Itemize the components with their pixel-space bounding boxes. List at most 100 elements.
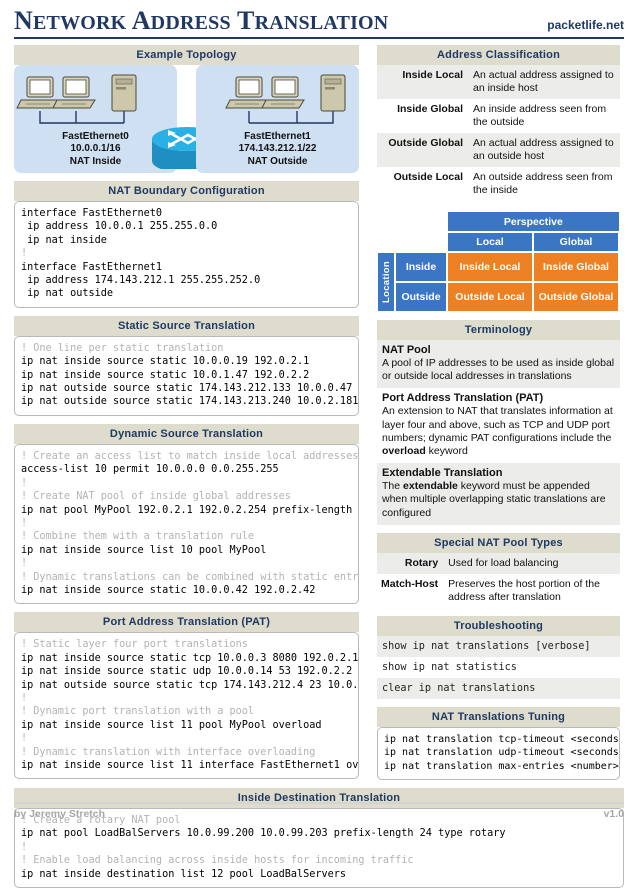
matrix-body: Location Inside Inside Local Inside Global O…	[377, 252, 620, 312]
terminology-entry: NAT Pool A pool of IP addresses to be use…	[377, 340, 620, 389]
title-word: TRANSLATION	[237, 6, 389, 35]
section-header-example-topology: Example Topology	[14, 45, 359, 65]
inside-destination-code: ! Create a rotary NAT pool ip nat pool L…	[14, 808, 624, 888]
special-pool-types-table: Rotary Used for load balancing Match-Host P…	[377, 552, 620, 608]
code-line: ! Combine them with a translation rule	[21, 531, 255, 543]
matrix-row: Local Global	[377, 232, 620, 252]
nat-boundary-code: interface FastEthernet0 ip address 10.0.…	[14, 201, 359, 308]
table-row: Inside Local An actual address assigned t…	[377, 65, 620, 99]
title-word: ADDRESS	[131, 6, 231, 35]
code-line: !	[21, 248, 28, 260]
code-line: ! Dynamic port translation with a pool	[21, 706, 255, 718]
cheatsheet-page: NETWORK ADDRESS TRANSLATION packetlife.n…	[0, 0, 638, 888]
code-line: ! Create an access list to match inside …	[21, 450, 359, 462]
brand-label: packetlife.net	[547, 18, 624, 32]
terminology-term: Port Address Translation (PAT)	[382, 392, 544, 405]
pc-icon	[225, 76, 269, 109]
outside-address: 174.143.212.1/22	[238, 143, 317, 154]
code-line: ip nat inside source list 11 pool MyPool…	[21, 719, 322, 731]
code-line: interface FastEthernet0	[21, 208, 163, 219]
code-line: !	[21, 517, 28, 529]
outside-hosts-icons	[225, 74, 346, 124]
terminology-term: Extendable Translation	[382, 467, 503, 480]
matrix-data-cell: Outside Global	[533, 282, 619, 312]
matrix-rows: Inside Inside Local Inside Global Outside Ou…	[395, 252, 619, 312]
pool-type-name: Match-Host	[381, 577, 439, 590]
code-line: ip nat inside source list 10 pool MyPool	[21, 544, 267, 556]
pc-icon	[261, 76, 305, 109]
matrix-row: Inside Inside Local Inside Global	[395, 252, 619, 282]
section-header-nat-boundary: NAT Boundary Configuration	[14, 181, 359, 201]
version-label: v1.0	[603, 808, 624, 820]
code-line: ip address 10.0.0.1 255.255.0.0	[21, 221, 218, 233]
address-description: An actual address assigned to an outside…	[469, 133, 620, 167]
code-line: ip nat outside	[21, 288, 114, 300]
section-header-dynamic-source: Dynamic Source Translation	[14, 423, 359, 444]
author-label: by Jeremy Stretch	[14, 808, 106, 820]
code-line: !	[21, 692, 28, 704]
code-line: ! Dynamic translations can be combined w…	[21, 571, 359, 583]
code-line: ip nat inside source static 10.0.0.19 19…	[21, 356, 310, 368]
troubleshooting-command: show ip nat translations [verbose]	[377, 635, 620, 657]
matrix-data-cell: Outside Local	[447, 282, 533, 312]
code-line: !	[21, 558, 28, 570]
terminology-term: NAT Pool	[382, 344, 431, 356]
right-column: Address Classification Inside Local An ac…	[377, 45, 620, 781]
dynamic-source-code: ! Create an access list to match inside …	[14, 443, 359, 605]
left-column: Example Topology FastEthernet0 10.0.0.1/…	[14, 45, 359, 780]
table-row: Inside Global An inside address seen from…	[377, 99, 620, 133]
page-title: NETWORK ADDRESS TRANSLATION	[14, 8, 388, 34]
code-line: ip nat inside destination list 12 pool L…	[21, 868, 347, 880]
server-icon	[320, 74, 346, 112]
code-line: ip nat outside source static 174.143.212…	[21, 383, 353, 395]
code-line: ip nat pool MyPool 192.0.2.1 192.0.2.254…	[21, 504, 359, 516]
address-description: An outside address seen from the inside	[473, 171, 613, 196]
perspective-location-matrix: Perspective Local Global Location Inside Insi…	[377, 211, 620, 312]
tuning-code: ip nat translation tcp-timeout <seconds>…	[377, 726, 620, 781]
address-description: An actual address assigned to an inside …	[469, 65, 620, 99]
section-header-troubleshooting: Troubleshooting	[377, 615, 620, 636]
server-icon	[111, 74, 137, 112]
address-term: Inside Global	[397, 103, 463, 115]
terminology-list: NAT Pool A pool of IP addresses to be use…	[377, 340, 620, 525]
inside-hosts	[14, 73, 177, 124]
code-line: ip nat inside	[21, 234, 107, 246]
main-columns: Example Topology FastEthernet0 10.0.0.1/…	[14, 45, 624, 781]
matrix-data-cell: Inside Local	[447, 252, 533, 282]
address-term: Inside Local	[377, 65, 469, 99]
code-line: !	[21, 477, 28, 489]
terminology-description: An extension to NAT that translates info…	[382, 405, 613, 458]
pc-icon	[52, 76, 96, 109]
code-line: ip nat inside source static 10.0.0.42 19…	[21, 584, 316, 596]
terminology-entry: Extendable Translation The extendable key…	[377, 463, 620, 525]
title-word: NETWORK	[14, 6, 127, 35]
terminology-description: The extendable keyword must be appended …	[382, 480, 606, 519]
page-header: NETWORK ADDRESS TRANSLATION packetlife.n…	[14, 0, 624, 39]
matrix-row: Outside Outside Local Outside Global	[395, 282, 619, 312]
table-row: Outside Local An outside address seen fro…	[377, 167, 620, 201]
pool-type-description: Preserves the host portion of the addres…	[448, 577, 600, 603]
pool-type-name: Rotary	[377, 552, 445, 574]
code-line: ip nat outside source static 174.143.213…	[21, 396, 359, 408]
matrix-location-header: Location	[377, 252, 395, 312]
pool-type-description: Used for load balancing	[444, 552, 620, 574]
address-classification-table: Inside Local An actual address assigned t…	[377, 65, 620, 201]
table-row: Match-Host Preserves the host portion of …	[377, 574, 620, 608]
table-row: Outside Global An actual address assigned…	[377, 133, 620, 167]
matrix-data-cell: Inside Global	[533, 252, 619, 282]
code-line: access-list 10 permit 10.0.0.0 0.0.255.2…	[21, 464, 279, 476]
section-header-pat: Port Address Translation (PAT)	[14, 612, 359, 633]
code-line: ip nat inside source list 11 interface F…	[21, 760, 359, 771]
code-line: !	[21, 733, 28, 745]
outside-role: NAT Outside	[247, 155, 308, 167]
section-header-terminology: Terminology	[377, 320, 620, 340]
matrix-column-header: Global	[533, 232, 619, 252]
matrix-row-header: Inside	[395, 252, 447, 282]
address-term: Outside Local	[393, 171, 463, 183]
terminology-entry: Port Address Translation (PAT) An extensi…	[377, 388, 620, 463]
code-line: ip nat inside source static tcp 10.0.0.3…	[21, 652, 359, 664]
outside-interface: FastEthernet1	[244, 130, 311, 142]
troubleshooting-command: show ip nat statistics	[382, 661, 517, 673]
matrix-column-header: Local	[447, 232, 533, 252]
page-footer: by Jeremy Stretch v1.0	[14, 802, 624, 820]
